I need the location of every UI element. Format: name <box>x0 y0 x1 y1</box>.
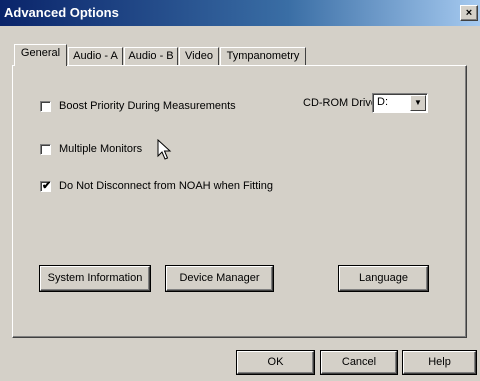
multiple-monitors-checkbox[interactable] <box>40 143 51 155</box>
mouse-pointer-icon <box>157 139 172 160</box>
do-not-disconnect-label: Do Not Disconnect from NOAH when Fitting <box>59 180 273 192</box>
system-information-button[interactable]: System Information <box>40 266 150 291</box>
device-manager-button[interactable]: Device Manager <box>166 266 273 291</box>
window-title: Advanced Options <box>4 5 119 20</box>
tab-audio-b[interactable]: Audio - B <box>124 47 178 65</box>
multiple-monitors-label: Multiple Monitors <box>59 143 143 155</box>
boost-priority-option[interactable]: Boost Priority During Measurements <box>40 100 236 112</box>
multiple-monitors-option[interactable]: Multiple Monitors <box>40 143 142 155</box>
boost-priority-label: Boost Priority During Measurements <box>59 100 236 112</box>
tab-audio-a[interactable]: Audio - A <box>68 47 123 65</box>
close-button[interactable]: × <box>460 5 478 21</box>
tab-tympanometry[interactable]: Tympanometry <box>220 47 306 65</box>
help-button[interactable]: Help <box>403 351 476 374</box>
do-not-disconnect-checkbox[interactable]: ✔ <box>40 179 52 192</box>
cdrom-drive-value: D: <box>377 96 388 108</box>
language-button[interactable]: Language <box>339 266 428 291</box>
cdrom-drive-label: CD-ROM Drive: <box>303 97 380 109</box>
cdrom-drive-select[interactable]: D: ▼ <box>372 93 428 113</box>
do-not-disconnect-option[interactable]: ✔ Do Not Disconnect from NOAH when Fitti… <box>40 180 273 192</box>
cancel-button[interactable]: Cancel <box>321 351 397 374</box>
tab-video[interactable]: Video <box>179 47 219 65</box>
check-mark-icon: ✔ <box>42 179 52 192</box>
title-bar: Advanced Options × <box>0 0 480 26</box>
chevron-down-icon[interactable]: ▼ <box>410 95 426 111</box>
boost-priority-checkbox[interactable] <box>40 100 51 112</box>
ok-button[interactable]: OK <box>237 351 314 374</box>
tab-general[interactable]: General <box>14 44 67 66</box>
